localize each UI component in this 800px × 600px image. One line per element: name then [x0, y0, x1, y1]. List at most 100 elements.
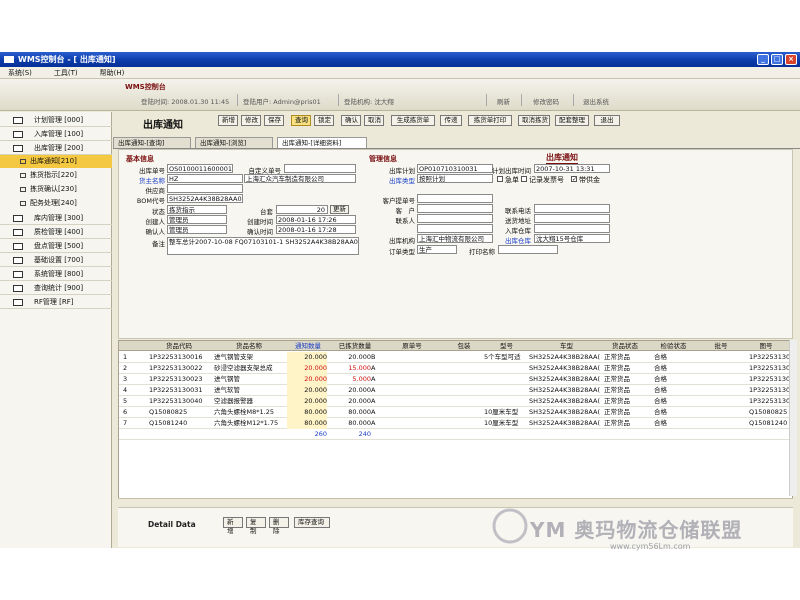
generate-pick-button[interactable]: 生成拣货单	[391, 115, 435, 126]
cell-u: A	[371, 364, 376, 372]
print-name-field[interactable]	[498, 245, 558, 254]
contact-field[interactable]	[417, 214, 493, 223]
confirm-button[interactable]: 确认	[341, 115, 361, 126]
cell-gstatus: 正常货品	[604, 375, 630, 383]
sub-item-pick-instruct[interactable]: 拣货指示[220]	[0, 169, 112, 182]
cust-no-field[interactable]	[417, 194, 493, 203]
transfer-button[interactable]: 传递	[440, 115, 462, 126]
col-picked[interactable]: 已拣货数量	[331, 341, 379, 351]
nav-item-quality[interactable]: 质检管理 [400]	[0, 226, 112, 239]
exit-button[interactable]: 退出	[594, 115, 620, 126]
sub-item-pick-confirm[interactable]: 拣货确认[230]	[0, 183, 112, 196]
org-field[interactable]: 上海汇中物流有限公司	[417, 234, 493, 243]
col-name[interactable]: 货品名称	[214, 341, 284, 351]
col-drawing[interactable]: 图号	[741, 341, 791, 351]
plan-field[interactable]: OP010710310031	[417, 164, 493, 173]
detail-delete-button[interactable]: 删除	[269, 517, 289, 535]
urgent-checkbox[interactable]	[497, 176, 503, 182]
customer-field[interactable]	[417, 204, 493, 213]
table-row[interactable]: 7 Q15081240 六角头螺栓M12*1.75 80.000 80.000 A 10厘米…	[119, 418, 792, 429]
sub-item-outbound-notice[interactable]: 出库通知[210]	[0, 155, 112, 168]
divider	[521, 94, 522, 106]
update-button[interactable]: 更新	[330, 205, 349, 214]
folder-icon	[13, 243, 23, 250]
nav-item-query[interactable]: 查询统计 [900]	[0, 282, 112, 295]
type-select[interactable]: 按照计划	[417, 174, 493, 183]
menu-system[interactable]: 系统(S)	[8, 67, 32, 78]
table-row[interactable]: 1 1P32253130016 进气钢管支架 20.000 20.000 B 5个车型可适 S…	[119, 352, 792, 363]
refresh-link[interactable]: 刷新	[497, 96, 510, 106]
nav-item-plan[interactable]: 计划管理 [000]	[0, 114, 112, 127]
cell-u: B	[371, 353, 376, 361]
col-batch[interactable]: 批号	[701, 341, 741, 351]
lock-button[interactable]: 锁定	[314, 115, 334, 126]
nav-item-system[interactable]: 系统管理 [800]	[0, 268, 112, 281]
stock-query-button[interactable]: 库存查询	[294, 517, 330, 528]
extra-field[interactable]	[417, 224, 493, 233]
minimize-button[interactable]: _	[757, 54, 769, 65]
kit-arrange-button[interactable]: 配套整理	[555, 115, 589, 126]
supplier-field[interactable]	[167, 184, 243, 193]
add-button[interactable]: 新增	[218, 115, 238, 126]
edit-button[interactable]: 修改	[241, 115, 261, 126]
address-field[interactable]	[534, 214, 610, 223]
col-code[interactable]: 货品代码	[149, 341, 209, 351]
col-check-status[interactable]: 检验状态	[646, 341, 701, 351]
cancel-pick-button[interactable]: 取消拣货	[518, 115, 550, 126]
nav-item-basic[interactable]: 基础设置 [700]	[0, 254, 112, 267]
nav-item-inbound[interactable]: 入库管理 [100]	[0, 128, 112, 141]
table-row[interactable]: 6 Q15080825 六角头螺栓M8*1.25 80.000 80.000 A 10厘米车…	[119, 407, 792, 418]
cell-pkg	[444, 407, 484, 418]
cell-check: 合格	[654, 397, 667, 405]
sub-item-dispatch[interactable]: 配务处理[240]	[0, 197, 112, 210]
cancel-button[interactable]: 取消	[364, 115, 384, 126]
stage-field[interactable]: 20	[276, 205, 328, 214]
cell-drawing: 1P32253130040	[749, 397, 792, 405]
with-fund-checkbox[interactable]: ✓	[571, 176, 577, 183]
detail-add-button[interactable]: 新增	[223, 517, 243, 535]
nav-item-warehouse[interactable]: 库内管理 [300]	[0, 212, 112, 225]
nav-item-rf[interactable]: RF管理 [RF]	[0, 296, 112, 309]
change-password-link[interactable]: 修改密码	[533, 96, 559, 106]
cell-n: 6	[123, 408, 128, 416]
col-qty[interactable]: 通知数量	[287, 341, 329, 351]
col-goods-status[interactable]: 货品状态	[604, 341, 646, 351]
cell-drawing: 1P32253130016	[749, 353, 792, 361]
table-row[interactable]: 3 1P32253130023 进气钢管 20.000 5.000 A SH3252A4K3…	[119, 374, 792, 385]
maximize-button[interactable]: □	[771, 54, 783, 65]
menu-help[interactable]: 帮助(H)	[100, 67, 125, 78]
remark-field[interactable]: 整车总计2007-10-08 FQ07103101-1 SH3252A4K38B…	[167, 237, 359, 255]
sub-label: 配务处理[240]	[30, 199, 77, 207]
phone-field[interactable]	[534, 204, 610, 213]
owner-name-field[interactable]: 上海汇众汽车制造有限公司	[244, 174, 356, 183]
record-invoice-checkbox[interactable]	[521, 176, 527, 182]
bom-field[interactable]: SH3252A4K38B28AA02	[167, 194, 243, 203]
total-total_qty: 260	[314, 430, 327, 438]
notice-no-field[interactable]: OS0100011600001	[167, 164, 233, 173]
close-button[interactable]: ×	[785, 54, 797, 65]
table-row[interactable]: 2 1P32253130022 砂浸空滤器支架总成 20.000 15.000 A SH32…	[119, 363, 792, 374]
owner-code-field[interactable]: HZ	[167, 174, 243, 183]
col-car[interactable]: 车型	[529, 341, 604, 351]
nav-item-outbound[interactable]: 出库管理 [200]	[0, 142, 112, 155]
query-button[interactable]: 查询	[291, 115, 311, 126]
vertical-scrollbar[interactable]	[789, 340, 797, 496]
table-row[interactable]: 4 1P32253130031 进气软管 20.000 20.000 A SH3252A4K…	[119, 385, 792, 396]
detail-form: 基本信息 管理信息 出库通知 出库单号 OS0100011600001 自定义单…	[118, 149, 793, 339]
plan-time-field[interactable]: 2007-10-31 13:31	[534, 164, 610, 173]
col-orig-no[interactable]: 原单号	[381, 341, 443, 351]
nav-item-inventory[interactable]: 盘点管理 [500]	[0, 240, 112, 253]
login-time: 登陆时间: 2008.01.30 11:45	[141, 98, 230, 106]
custom-no-field[interactable]	[284, 164, 356, 173]
menu-tools[interactable]: 工具(T)	[54, 67, 78, 78]
detail-copy-button[interactable]: 复制	[246, 517, 266, 535]
save-button[interactable]: 保存	[264, 115, 284, 126]
in-wh-field[interactable]	[534, 224, 610, 233]
out-wh-field[interactable]: 沈大翔15号仓库	[534, 234, 610, 243]
exit-link[interactable]: 退出系统	[583, 96, 609, 106]
col-model[interactable]: 型号	[484, 341, 529, 351]
cell-u: A	[371, 408, 376, 416]
col-pkg[interactable]: 包装	[444, 341, 484, 351]
table-row[interactable]: 5 1P32253130040 空滤器报警器 20.000 20.000 A SH3252A…	[119, 396, 792, 407]
print-pick-button[interactable]: 拣货单打印	[468, 115, 512, 126]
